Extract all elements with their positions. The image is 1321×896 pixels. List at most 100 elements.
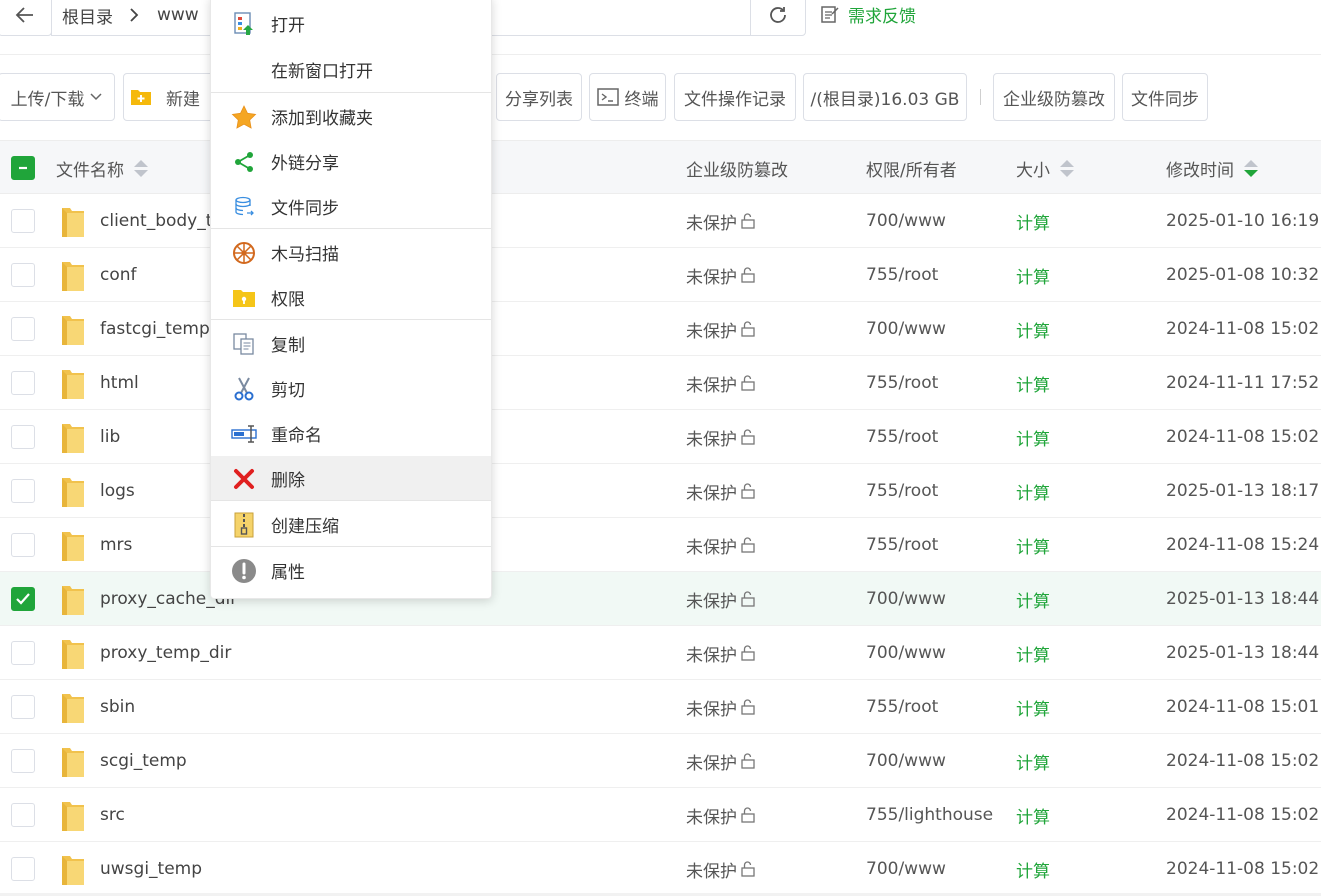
mtime-column-header[interactable]: 修改时间 bbox=[1166, 141, 1258, 195]
upload-download-button[interactable]: 上传/下载 bbox=[0, 73, 115, 121]
size-calc-link[interactable]: 计算 bbox=[1016, 194, 1050, 248]
file-name[interactable]: mrs bbox=[100, 518, 132, 572]
disk-button[interactable]: /(根目录)16.03 GB bbox=[803, 73, 967, 121]
permission-owner[interactable]: 700/www bbox=[866, 194, 946, 248]
row-checkbox[interactable] bbox=[11, 695, 35, 719]
row-checkbox[interactable] bbox=[11, 425, 35, 449]
menu-add-favorite[interactable]: 添加到收藏夹 bbox=[211, 94, 491, 138]
file-log-button[interactable]: 文件操作记录 bbox=[674, 73, 796, 121]
file-name[interactable]: html bbox=[100, 356, 139, 410]
permission-owner[interactable]: 755/root bbox=[866, 464, 938, 518]
size-calc-link[interactable]: 计算 bbox=[1016, 572, 1050, 626]
permission-owner[interactable]: 755/root bbox=[866, 248, 938, 302]
size-column-header[interactable]: 大小 bbox=[1016, 141, 1074, 195]
protection-status[interactable]: 未保护 bbox=[686, 734, 757, 788]
permission-owner[interactable]: 700/www bbox=[866, 572, 946, 626]
file-name[interactable]: lib bbox=[100, 410, 120, 464]
menu-file-sync[interactable]: 文件同步 bbox=[211, 184, 491, 228]
new-button[interactable]: 新建 bbox=[123, 73, 223, 121]
protection-status[interactable]: 未保护 bbox=[686, 194, 757, 248]
menu-compress[interactable]: 创建压缩 bbox=[211, 502, 491, 546]
table-row[interactable]: proxy_cache_dir 未保护 700/www 计算 2025-01-1… bbox=[0, 572, 1321, 626]
file-name[interactable]: logs bbox=[100, 464, 135, 518]
file-name[interactable]: uwsgi_temp bbox=[100, 842, 202, 896]
menu-open[interactable]: 打开 bbox=[211, 1, 491, 45]
permission-owner[interactable]: 755/root bbox=[866, 680, 938, 734]
menu-permission[interactable]: 权限 bbox=[211, 275, 491, 319]
breadcrumb-www[interactable]: www bbox=[153, 5, 199, 25]
size-calc-link[interactable]: 计算 bbox=[1016, 518, 1050, 572]
row-checkbox[interactable] bbox=[11, 533, 35, 557]
menu-trojan-scan[interactable]: 木马扫描 bbox=[211, 230, 491, 274]
menu-external-share[interactable]: 外链分享 bbox=[211, 139, 491, 183]
size-calc-link[interactable]: 计算 bbox=[1016, 464, 1050, 518]
protection-status[interactable]: 未保护 bbox=[686, 788, 757, 842]
row-checkbox[interactable] bbox=[11, 479, 35, 503]
size-calc-link[interactable]: 计算 bbox=[1016, 626, 1050, 680]
size-calc-link[interactable]: 计算 bbox=[1016, 788, 1050, 842]
table-row[interactable]: fastcgi_temp 未保护 700/www 计算 2024-11-08 1… bbox=[0, 302, 1321, 356]
file-sync-button[interactable]: 文件同步 bbox=[1122, 73, 1208, 121]
protection-status[interactable]: 未保护 bbox=[686, 680, 757, 734]
menu-open-new-window[interactable]: 在新窗口打开 bbox=[211, 47, 491, 91]
table-row[interactable]: scgi_temp 未保护 700/www 计算 2024-11-08 15:0… bbox=[0, 734, 1321, 788]
size-calc-link[interactable]: 计算 bbox=[1016, 410, 1050, 464]
protection-status[interactable]: 未保护 bbox=[686, 572, 757, 626]
size-calc-link[interactable]: 计算 bbox=[1016, 248, 1050, 302]
file-name[interactable]: client_body_t bbox=[100, 194, 212, 248]
feedback-link[interactable]: 需求反馈 bbox=[820, 0, 916, 28]
table-row[interactable]: logs 未保护 755/root 计算 2025-01-13 18:17: bbox=[0, 464, 1321, 518]
file-name[interactable]: src bbox=[100, 788, 125, 842]
permission-owner[interactable]: 700/www bbox=[866, 842, 946, 896]
refresh-button[interactable] bbox=[750, 0, 806, 36]
file-name[interactable]: scgi_temp bbox=[100, 734, 187, 788]
row-checkbox[interactable] bbox=[11, 371, 35, 395]
table-row[interactable]: sbin 未保护 755/root 计算 2024-11-08 15:01: bbox=[0, 680, 1321, 734]
row-checkbox[interactable] bbox=[11, 857, 35, 881]
permission-owner[interactable]: 755/root bbox=[866, 356, 938, 410]
table-row[interactable]: uwsgi_temp 未保护 700/www 计算 2024-11-08 15:… bbox=[0, 842, 1321, 896]
protection-status[interactable]: 未保护 bbox=[686, 248, 757, 302]
file-name[interactable]: fastcgi_temp bbox=[100, 302, 210, 356]
table-row[interactable]: proxy_temp_dir 未保护 700/www 计算 2025-01-13… bbox=[0, 626, 1321, 680]
menu-delete[interactable]: 删除 bbox=[211, 456, 491, 500]
protection-status[interactable]: 未保护 bbox=[686, 626, 757, 680]
protection-status[interactable]: 未保护 bbox=[686, 464, 757, 518]
protection-status[interactable]: 未保护 bbox=[686, 356, 757, 410]
back-button[interactable] bbox=[0, 0, 52, 36]
table-row[interactable]: lib 未保护 755/root 计算 2024-11-08 15:02: bbox=[0, 410, 1321, 464]
name-column-header[interactable]: 文件名称 bbox=[56, 141, 148, 195]
size-calc-link[interactable]: 计算 bbox=[1016, 734, 1050, 788]
row-checkbox[interactable] bbox=[11, 641, 35, 665]
terminal-button[interactable]: 终端 bbox=[589, 73, 666, 121]
permission-owner[interactable]: 755/root bbox=[866, 518, 938, 572]
row-checkbox[interactable] bbox=[11, 803, 35, 827]
permission-owner[interactable]: 755/root bbox=[866, 410, 938, 464]
size-calc-link[interactable]: 计算 bbox=[1016, 356, 1050, 410]
protection-status[interactable]: 未保护 bbox=[686, 842, 757, 896]
row-checkbox[interactable] bbox=[11, 749, 35, 773]
row-checkbox[interactable] bbox=[11, 317, 35, 341]
menu-copy[interactable]: 复制 bbox=[211, 321, 491, 365]
breadcrumb-root[interactable]: 根目录 bbox=[62, 3, 113, 28]
protection-status[interactable]: 未保护 bbox=[686, 302, 757, 356]
file-name[interactable]: conf bbox=[100, 248, 137, 302]
menu-cut[interactable]: 剪切 bbox=[211, 366, 491, 410]
permission-owner[interactable]: 700/www bbox=[866, 734, 946, 788]
permission-owner[interactable]: 700/www bbox=[866, 302, 946, 356]
row-checkbox[interactable] bbox=[11, 263, 35, 287]
menu-properties[interactable]: 属性 bbox=[211, 548, 491, 592]
permission-owner[interactable]: 700/www bbox=[866, 626, 946, 680]
permission-owner[interactable]: 755/lighthouse bbox=[866, 788, 993, 842]
share-list-button[interactable]: 分享列表 bbox=[496, 73, 582, 121]
file-name[interactable]: proxy_temp_dir bbox=[100, 626, 231, 680]
tamper-button[interactable]: 企业级防篡改 bbox=[993, 73, 1115, 121]
protection-status[interactable]: 未保护 bbox=[686, 518, 757, 572]
file-name[interactable]: sbin bbox=[100, 680, 135, 734]
row-checkbox[interactable] bbox=[11, 587, 35, 611]
row-checkbox[interactable] bbox=[11, 209, 35, 233]
menu-rename[interactable]: 重命名 bbox=[211, 411, 491, 455]
size-calc-link[interactable]: 计算 bbox=[1016, 302, 1050, 356]
table-row[interactable]: conf 未保护 755/root 计算 2025-01-08 10:32: bbox=[0, 248, 1321, 302]
size-calc-link[interactable]: 计算 bbox=[1016, 842, 1050, 896]
